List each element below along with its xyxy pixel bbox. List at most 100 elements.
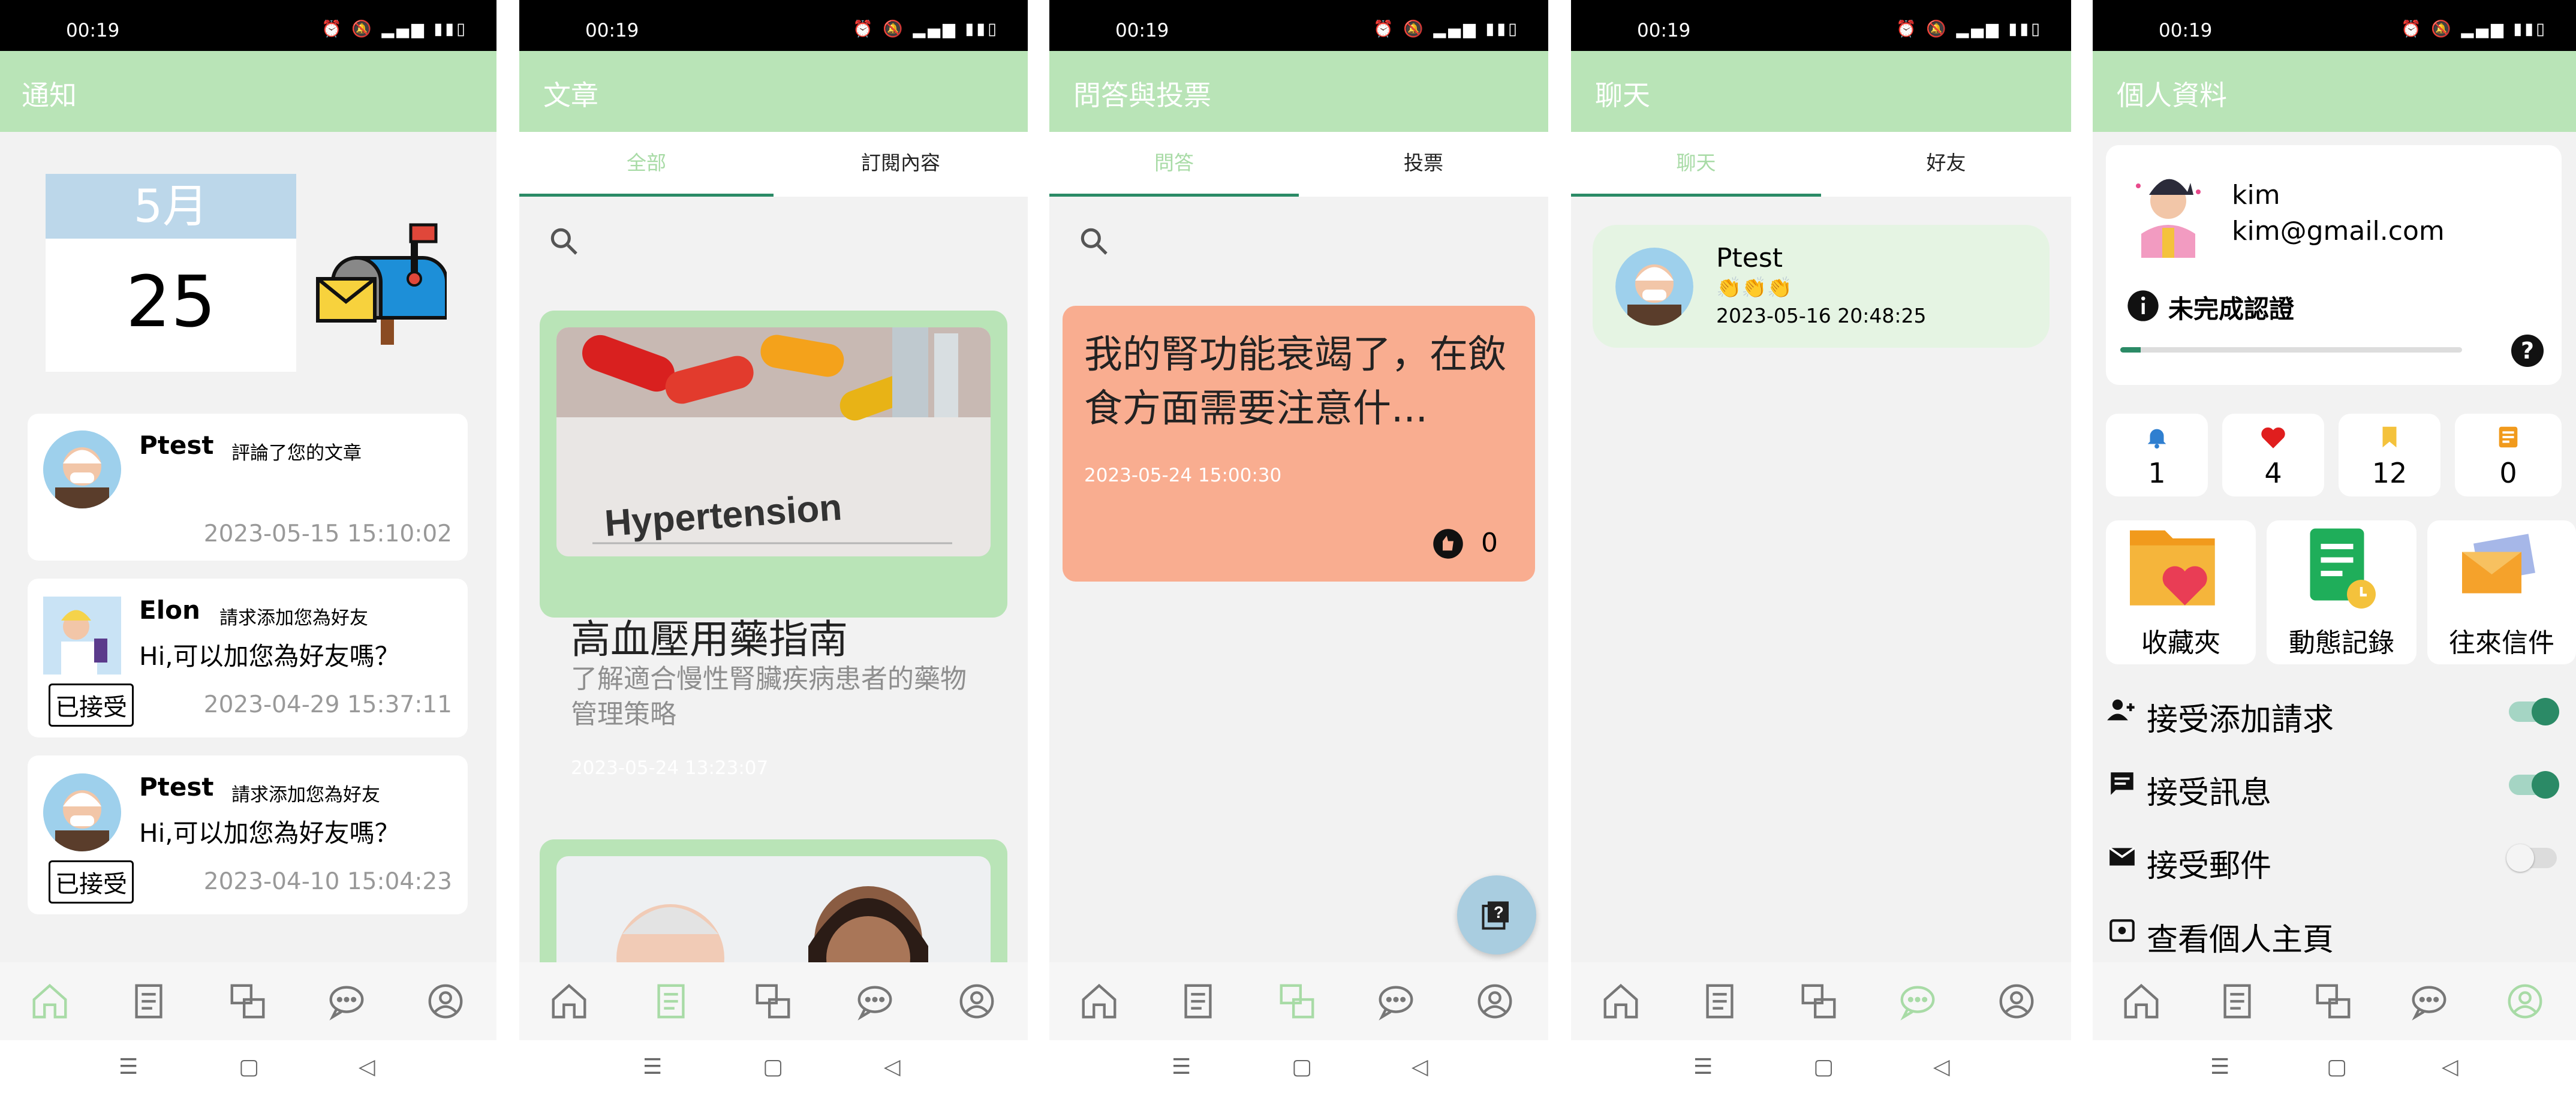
search-bar[interactable]: [1049, 197, 1548, 287]
article-card[interactable]: Hypertension 高血壓用藥指南 了解適合慢性腎臟疾病患者的藥物管理策略…: [540, 311, 1007, 779]
accept-messages-toggle[interactable]: [2509, 771, 2559, 799]
verification-progress-fill: [2120, 347, 2141, 353]
accept-mail-toggle[interactable]: [2506, 844, 2557, 872]
tab-qa[interactable]: 問答: [1049, 132, 1299, 197]
back-sys-icon[interactable]: ◁: [1412, 1055, 1428, 1079]
article-image: Hypertension: [556, 327, 991, 556]
calendar-month: 5月: [46, 174, 296, 239]
view-profile-row[interactable]: 查看個人主頁: [2106, 902, 2568, 960]
notification-item[interactable]: Elon 請求添加您為好友 Hi,可以加您為好友嗎？ 已接受 2023-04-2…: [28, 579, 468, 737]
tab-subscribed[interactable]: 訂閱內容: [774, 132, 1028, 197]
profile-body: kim kim@gmail.com 未完成認證 ? 1 4 12 0 收藏夾 動…: [2093, 132, 2576, 1102]
home-sys-icon[interactable]: ▢: [763, 1055, 783, 1079]
favorites-shortcut[interactable]: 收藏夾: [2106, 520, 2256, 664]
mail-shortcut[interactable]: 往來信件: [2427, 520, 2576, 664]
qa-icon[interactable]: [1798, 980, 1840, 1022]
profile-icon[interactable]: [2504, 980, 2546, 1022]
qa-icon[interactable]: [2312, 980, 2354, 1022]
stat-favorites[interactable]: 4: [2222, 414, 2324, 496]
qa-icon[interactable]: [752, 980, 794, 1022]
status-icons: ⏰ 🔕 ▂▄▆ ▮▮▯: [321, 20, 468, 38]
home-icon[interactable]: [1600, 980, 1642, 1022]
tab-vote[interactable]: 投票: [1299, 132, 1548, 197]
eye-icon: [2109, 919, 2135, 942]
chat-icon[interactable]: [326, 980, 368, 1022]
accepted-badge[interactable]: 已接受: [49, 684, 134, 727]
stat-notes[interactable]: 0: [2455, 414, 2562, 496]
article-icon[interactable]: [2216, 980, 2258, 1022]
tab-all[interactable]: 全部: [519, 132, 774, 197]
home-sys-icon[interactable]: ▢: [239, 1055, 259, 1079]
profile-icon[interactable]: [956, 980, 998, 1022]
page-title: 問答與投票: [1073, 79, 1211, 112]
search-icon[interactable]: [1077, 224, 1111, 258]
search-bar[interactable]: [519, 197, 1028, 287]
chat-icon[interactable]: [1375, 980, 1417, 1022]
system-nav: ☰ ▢ ◁: [2093, 1040, 2576, 1102]
chat-icon[interactable]: [854, 980, 896, 1022]
like-icon[interactable]: [1432, 528, 1464, 560]
bottom-nav: [519, 962, 1028, 1040]
notification-item[interactable]: Ptest 評論了您的文章 2023-05-15 15:10:02: [28, 414, 468, 561]
article-icon[interactable]: [1177, 980, 1219, 1022]
tab-bar: 全部 訂閱內容: [519, 132, 1028, 197]
home-icon[interactable]: [2120, 980, 2162, 1022]
home-icon[interactable]: [1078, 980, 1120, 1022]
notification-action: 請求添加您為好友: [219, 607, 368, 629]
article-icon[interactable]: [1699, 980, 1741, 1022]
home-sys-icon[interactable]: ▢: [2327, 1055, 2347, 1079]
article-title: 高血壓用藥指南: [571, 616, 848, 663]
home-icon[interactable]: [29, 980, 71, 1022]
chat-list-item[interactable]: Ptest 👏👏👏 2023-05-16 20:48:25: [1593, 225, 2050, 348]
chat-icon[interactable]: [1897, 980, 1939, 1022]
verification-status[interactable]: 未完成認證: [2168, 289, 2294, 326]
ask-question-button[interactable]: ?: [1457, 875, 1536, 955]
activity-shortcut[interactable]: 動態記錄: [2267, 520, 2416, 664]
shortcut-label: 動態記錄: [2289, 628, 2394, 658]
menu-sys-icon[interactable]: ☰: [2210, 1055, 2229, 1079]
notification-time: 2023-05-15 15:10:02: [203, 520, 452, 547]
qa-icon[interactable]: [1276, 980, 1318, 1022]
home-icon[interactable]: [548, 980, 590, 1022]
system-nav: ☰ ▢ ◁: [1571, 1040, 2071, 1102]
info-icon: [2126, 289, 2160, 323]
article-icon[interactable]: [128, 980, 170, 1022]
menu-sys-icon[interactable]: ☰: [643, 1055, 662, 1079]
stat-bookmarks[interactable]: 12: [2339, 414, 2440, 496]
back-sys-icon[interactable]: ◁: [1933, 1055, 1950, 1079]
chat-body: 聊天 好友 Ptest 👏👏👏 2023-05-16 20:48:25: [1571, 132, 2071, 1102]
heart-icon: [2261, 427, 2285, 448]
menu-sys-icon[interactable]: ☰: [1172, 1055, 1191, 1079]
notification-message: Hi,可以加您為好友嗎？: [139, 818, 400, 848]
menu-sys-icon[interactable]: ☰: [1693, 1055, 1713, 1079]
accept-friend-requests-row: 接受添加請求: [2106, 682, 2568, 740]
accept-friend-requests-toggle[interactable]: [2509, 698, 2559, 725]
back-sys-icon[interactable]: ◁: [359, 1055, 375, 1079]
notification-sender: Ptest: [139, 772, 214, 802]
mailbox-icon: [315, 216, 449, 348]
profile-icon[interactable]: [1996, 980, 2038, 1022]
help-icon[interactable]: ?: [2511, 335, 2544, 367]
tab-chat[interactable]: 聊天: [1571, 132, 1821, 197]
accepted-badge[interactable]: 已接受: [49, 860, 134, 904]
tab-friends[interactable]: 好友: [1821, 132, 2071, 197]
home-sys-icon[interactable]: ▢: [1292, 1055, 1312, 1079]
profile-icon[interactable]: [1474, 980, 1516, 1022]
profile-icon[interactable]: [425, 980, 467, 1022]
qa-icon[interactable]: [227, 980, 269, 1022]
setting-label: 查看個人主頁: [2147, 922, 2334, 958]
back-sys-icon[interactable]: ◁: [2442, 1055, 2458, 1079]
user-avatar: [1615, 248, 1693, 326]
question-text: 我的腎功能衰竭了，在飲食方面需要注意什...: [1084, 333, 1506, 431]
menu-sys-icon[interactable]: ☰: [119, 1055, 138, 1079]
page-title: 個人資料: [2117, 79, 2227, 112]
notification-item[interactable]: Ptest 請求添加您為好友 Hi,可以加您為好友嗎？ 已接受 2023-04-…: [28, 755, 468, 914]
stat-notifications[interactable]: 1: [2106, 414, 2208, 496]
article-icon[interactable]: [650, 980, 692, 1022]
search-icon[interactable]: [547, 224, 580, 258]
bookmark-icon: [2382, 426, 2397, 448]
home-sys-icon[interactable]: ▢: [1813, 1055, 1834, 1079]
question-card[interactable]: 我的腎功能衰竭了，在飲食方面需要注意什... 2023-05-24 15:00:…: [1063, 306, 1535, 582]
chat-icon[interactable]: [2408, 980, 2450, 1022]
back-sys-icon[interactable]: ◁: [884, 1055, 901, 1079]
